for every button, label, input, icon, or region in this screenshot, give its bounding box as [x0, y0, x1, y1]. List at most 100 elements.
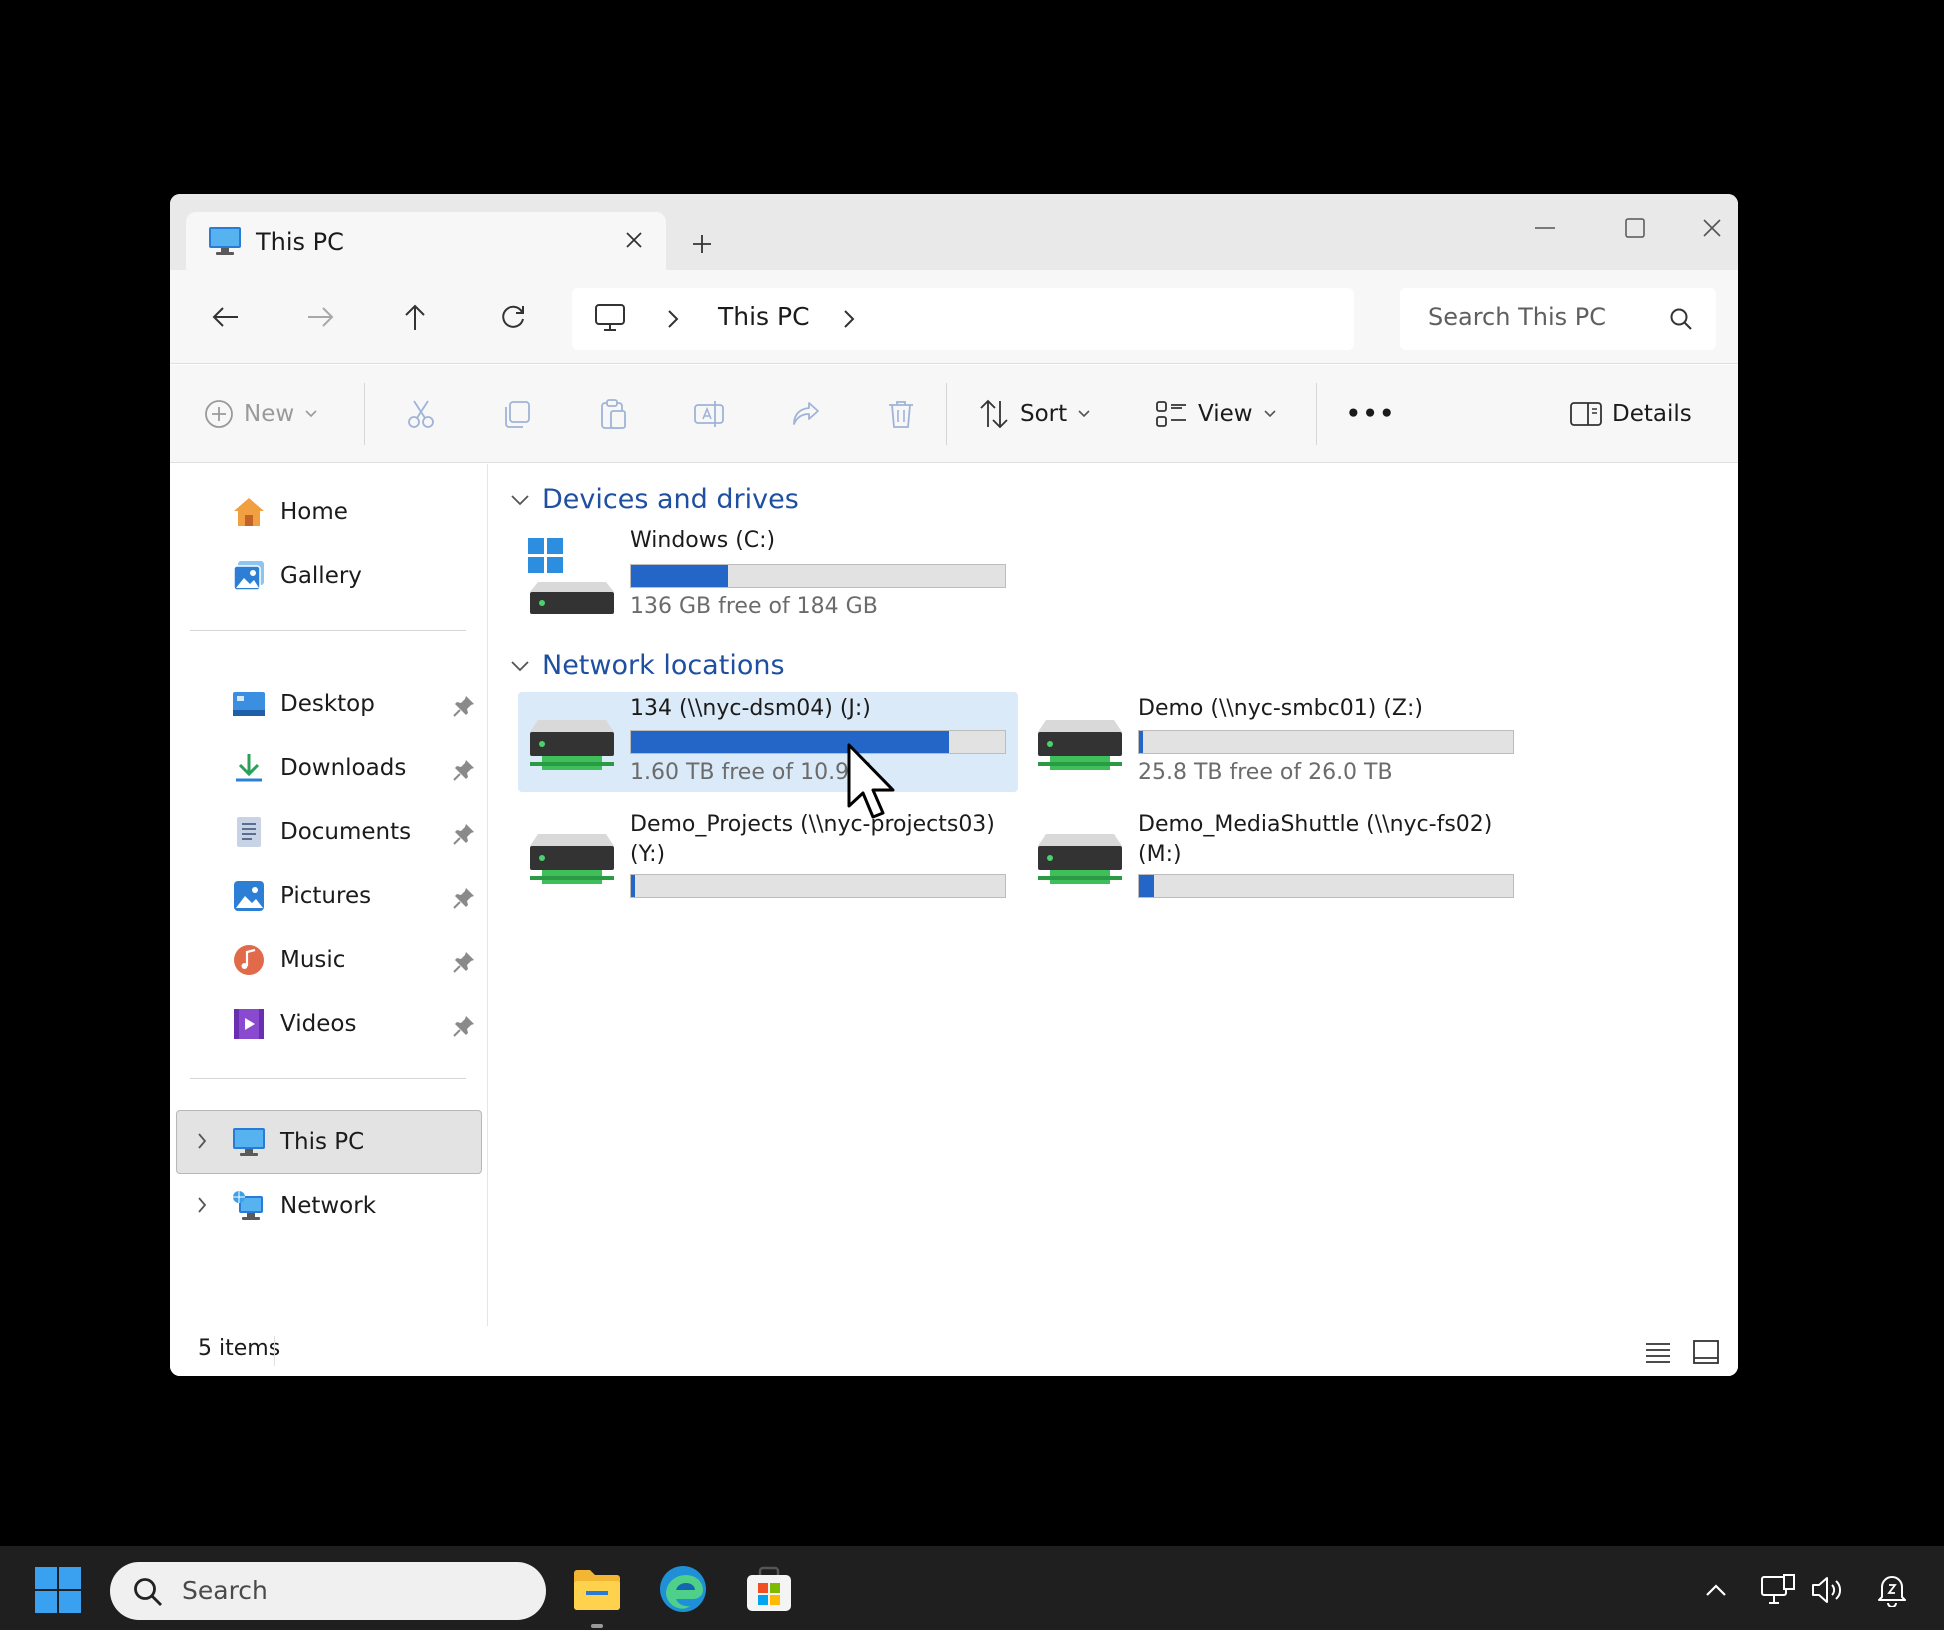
sidebar-item-gallery[interactable]: Gallery — [232, 550, 362, 602]
back-button[interactable] — [200, 292, 250, 342]
share-icon — [793, 402, 819, 425]
drive-network-m[interactable]: Demo_MediaShuttle (\\nyc-fs02) (M:) — [1026, 806, 1526, 906]
chevron-up-icon — [1706, 1584, 1726, 1596]
sidebar-item-music[interactable]: Music — [232, 934, 345, 986]
chevron-right-icon[interactable] — [666, 308, 680, 330]
taskbar-search[interactable]: Search — [110, 1562, 546, 1620]
sidebar-item-pictures[interactable]: Pictures — [232, 870, 371, 922]
status-divider — [274, 1336, 275, 1366]
pin-icon[interactable] — [452, 950, 476, 974]
sidebar-item-label: Music — [280, 947, 346, 973]
windows-start-icon[interactable] — [34, 1566, 82, 1614]
edge-icon[interactable] — [656, 1562, 710, 1616]
drive-network-z[interactable]: Demo (\\nyc-smbc01) (Z:) 25.8 TB free of… — [1026, 692, 1526, 792]
large-icons-view-button[interactable] — [1690, 1336, 1722, 1368]
taskbar: Search — [0, 1546, 1944, 1630]
minimize-icon — [1535, 227, 1555, 229]
trash-icon — [889, 401, 913, 428]
search-input[interactable]: Search This PC — [1428, 303, 1606, 331]
sidebar-item-label: Home — [280, 499, 348, 525]
plus-circle-icon — [205, 400, 233, 428]
drive-free-space: 1.60 TB free of 10.9 T — [630, 760, 870, 785]
drive-name: Demo_Projects (\\nyc-projects03) (Y:) — [630, 812, 995, 867]
pin-icon[interactable] — [452, 694, 476, 718]
sidebar-item-documents[interactable]: Documents — [232, 806, 411, 858]
network-status-icon[interactable] — [1758, 1570, 1798, 1610]
chevron-right-icon — [198, 1197, 207, 1213]
chevron-right-icon — [198, 1133, 207, 1149]
details-button[interactable]: Details — [1570, 389, 1692, 439]
group-header-network[interactable]: Network locations — [510, 650, 785, 681]
sidebar-item-network[interactable]: Network — [232, 1180, 376, 1232]
show-hidden-icons-button[interactable] — [1696, 1570, 1736, 1610]
capacity-bar-fill — [631, 875, 635, 897]
search-icon — [1670, 308, 1692, 330]
tab-this-pc[interactable]: This PC — [186, 212, 666, 270]
minimize-button[interactable] — [1510, 206, 1580, 250]
share-button[interactable] — [780, 389, 830, 439]
network-drive-icon — [1038, 834, 1122, 884]
search-box[interactable]: Search This PC — [1400, 288, 1716, 350]
gallery-icon — [232, 559, 266, 593]
sidebar-item-this-pc[interactable]: This PC — [232, 1116, 364, 1168]
view-button[interactable]: View — [1156, 389, 1277, 439]
group-header-devices[interactable]: Devices and drives — [510, 484, 799, 515]
delete-button[interactable] — [876, 389, 926, 439]
volume-icon[interactable] — [1808, 1570, 1848, 1610]
drive-windows-c[interactable]: Windows (C:) 136 GB free of 184 GB — [518, 524, 1018, 624]
chevron-down-icon — [511, 494, 529, 505]
expand-this-pc-button[interactable] — [190, 1129, 214, 1153]
cut-button[interactable] — [396, 389, 446, 439]
sort-button[interactable]: Sort — [978, 389, 1091, 439]
expand-network-button[interactable] — [190, 1193, 214, 1217]
drive-network-j[interactable]: 134 (\\nyc-dsm04) (J:) 1.60 TB free of 1… — [518, 692, 1018, 792]
breadcrumb[interactable]: This PC — [718, 302, 810, 331]
maximize-button[interactable] — [1600, 206, 1670, 250]
group-title: Network locations — [542, 650, 785, 681]
refresh-icon — [502, 305, 524, 328]
close-icon — [1703, 219, 1721, 237]
network-drive-icon — [1038, 720, 1122, 770]
notifications-icon[interactable] — [1872, 1570, 1912, 1610]
pin-icon[interactable] — [452, 1014, 476, 1038]
more-options-button[interactable]: ••• — [1346, 389, 1396, 439]
title-bar: This PC — [170, 194, 1738, 270]
details-view-button[interactable] — [1642, 1336, 1674, 1368]
pin-icon[interactable] — [452, 758, 476, 782]
pin-icon[interactable] — [452, 822, 476, 846]
command-bar: New Sort View ••• Details — [170, 365, 1738, 463]
new-tab-button[interactable] — [682, 224, 722, 264]
toolbar-divider — [1316, 383, 1317, 445]
store-icon[interactable] — [742, 1562, 796, 1616]
new-button[interactable]: New — [204, 389, 318, 439]
refresh-button[interactable] — [488, 292, 538, 342]
close-window-button[interactable] — [1690, 206, 1734, 250]
drive-name: Demo_MediaShuttle (\\nyc-fs02) (M:) — [1138, 812, 1493, 867]
sidebar-item-label: This PC — [280, 1129, 365, 1155]
capacity-bar — [630, 874, 1006, 898]
drive-network-y[interactable]: Demo_Projects (\\nyc-projects03) (Y:) — [518, 806, 1018, 906]
rename-button[interactable] — [684, 389, 734, 439]
sidebar-item-videos[interactable]: Videos — [232, 998, 356, 1050]
music-icon — [232, 943, 266, 977]
details-view-icon — [1646, 1343, 1670, 1363]
navigation-bar: This PC Search This PC — [170, 270, 1738, 364]
content-pane: Devices and drives Windows (C:) 136 GB f… — [490, 464, 1738, 1326]
sidebar-item-label: Network — [280, 1193, 377, 1219]
close-tab-button[interactable] — [616, 222, 652, 258]
sidebar-item-downloads[interactable]: Downloads — [232, 742, 406, 794]
paste-button[interactable] — [588, 389, 638, 439]
file-explorer-icon[interactable] — [570, 1562, 624, 1616]
scissors-icon — [408, 400, 434, 428]
pin-icon[interactable] — [452, 886, 476, 910]
forward-button[interactable] — [296, 292, 346, 342]
copy-icon — [505, 401, 530, 428]
address-bar[interactable]: This PC — [572, 288, 1354, 350]
sidebar-item-home[interactable]: Home — [232, 486, 348, 538]
arrow-right-icon — [308, 307, 334, 327]
sidebar-item-desktop[interactable]: Desktop — [232, 678, 375, 730]
up-button[interactable] — [390, 292, 440, 342]
copy-button[interactable] — [492, 389, 542, 439]
chevron-right-icon[interactable] — [842, 308, 856, 330]
this-pc-icon — [232, 1125, 266, 1159]
